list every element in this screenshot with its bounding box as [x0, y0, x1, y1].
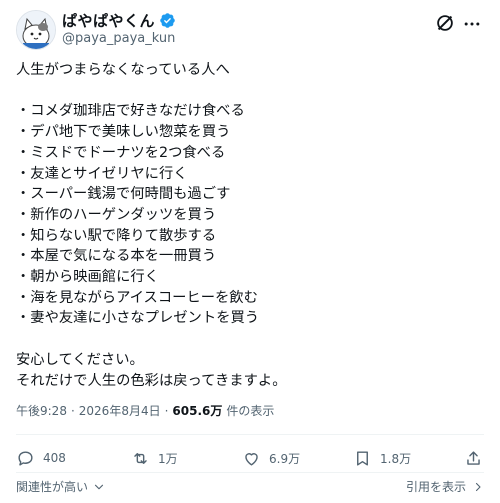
tweet-text: 人生がつまらなくなっている人へ ・コメダ珈琲店で好きなだけ食べる ・デパ地下で美… [16, 62, 287, 389]
author-handle[interactable]: @paya_paya_kun [62, 31, 176, 46]
reply-button[interactable]: 408 [16, 446, 66, 470]
repost-button[interactable]: 1万 [131, 446, 178, 470]
divider [16, 434, 484, 435]
like-count: 6.9万 [269, 451, 301, 466]
verified-badge-icon[interactable] [159, 12, 176, 29]
sort-label: 関連性が高い [16, 480, 89, 494]
chevron-right-icon [475, 482, 481, 491]
tweet-date[interactable]: 2026年8月4日 [79, 402, 161, 419]
view-quotes-label: 引用を表示 [405, 480, 466, 494]
cat-avatar-icon[interactable] [16, 10, 56, 50]
reply-icon [18, 450, 33, 466]
bookmark-count: 1.8万 [380, 451, 412, 466]
more-options-icon[interactable] [462, 14, 482, 34]
bookmark-icon [357, 450, 368, 466]
repost-icon [134, 452, 147, 464]
view-quotes-link[interactable]: 引用を表示 [406, 478, 484, 495]
chevron-down-icon [94, 484, 104, 489]
divider [16, 472, 484, 473]
author-names: ぱやぱやくん @paya_paya_kun [62, 10, 176, 47]
tweet-header: ぱやぱやくん @paya_paya_kun [16, 8, 484, 50]
author-display-name[interactable]: ぱやぱやくん [62, 10, 155, 31]
heart-icon [245, 452, 258, 466]
tweet-meta: 午後9:28 · 2026年8月4日 · 605.6万 件の表示 [16, 402, 274, 419]
reply-count: 408 [43, 451, 66, 465]
meta-separator: · [164, 403, 169, 418]
meta-separator: · [70, 403, 75, 418]
bookmark-button[interactable]: 1.8万 [353, 446, 411, 470]
share-button[interactable] [464, 446, 483, 470]
action-bar: 408 1万 6.9万 1.8万 [16, 446, 484, 470]
tweet-time[interactable]: 午後9:28 [16, 402, 67, 419]
view-count-label: 件の表示 [226, 404, 275, 418]
view-count[interactable]: 605.6万 [172, 402, 222, 419]
like-button[interactable]: 6.9万 [242, 446, 300, 470]
reply-sort-bar: 関連性が高い 引用を表示 [16, 474, 484, 498]
grok-icon[interactable] [434, 12, 456, 34]
avatar-image [17, 11, 55, 49]
share-icon [467, 450, 480, 465]
reply-sort-dropdown[interactable]: 関連性が高い [16, 478, 106, 495]
repost-count: 1万 [158, 451, 178, 466]
